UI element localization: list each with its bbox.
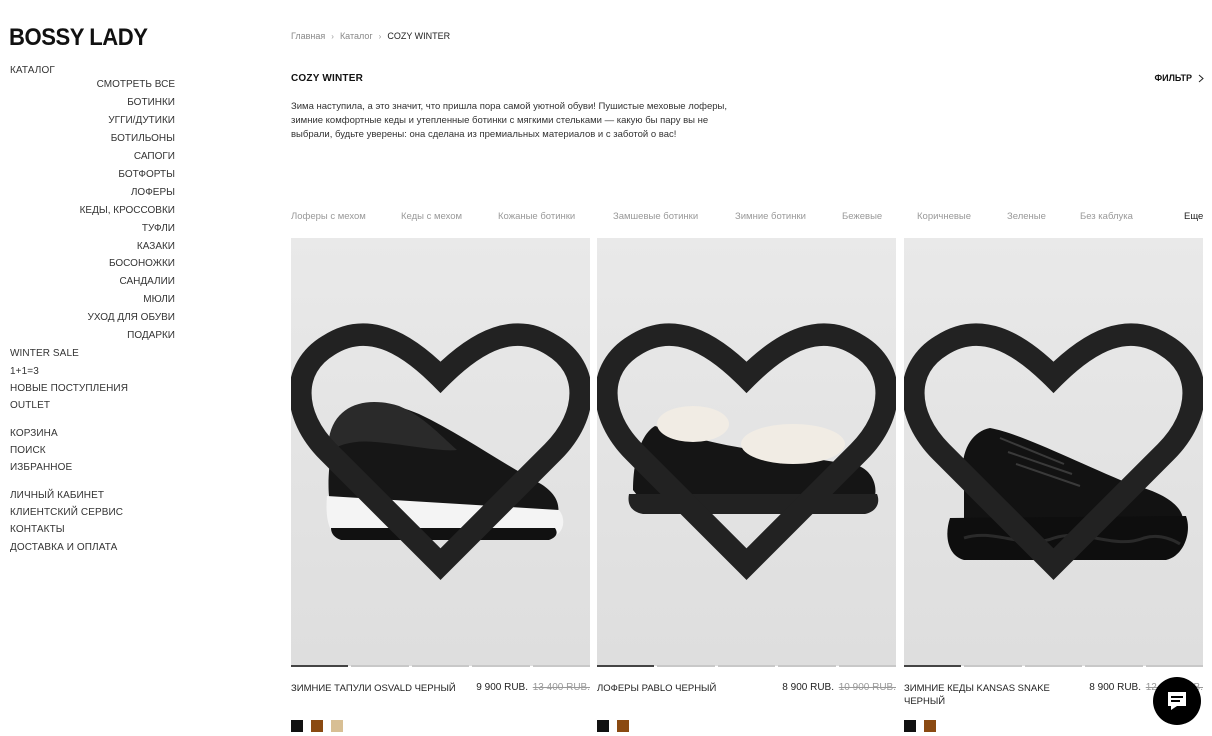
nav-client-service[interactable]: КЛИЕНТСКИЙ СЕРВИС	[10, 507, 123, 519]
color-swatch-brown[interactable]	[311, 720, 323, 732]
tag-filter-bar: Лоферы с мехом Кеды с мехом Кожаные боти…	[291, 211, 1204, 225]
catalog-item-uggs[interactable]: УГГИ/ДУТИКИ	[108, 115, 175, 127]
catalog-item-sandals-open[interactable]: БОСОНОЖКИ	[109, 258, 175, 270]
brand-logo[interactable]: BOSSY LADY	[9, 24, 148, 52]
catalog-item-sandals[interactable]: САНДАЛИИ	[120, 276, 176, 288]
tag-sneakers-fur[interactable]: Кеды с мехом	[401, 211, 462, 222]
nav-catalog[interactable]: КАТАЛОГ	[10, 65, 55, 77]
heart-icon[interactable]	[904, 238, 1203, 666]
tag-winter-boots[interactable]: Зимние ботинки	[735, 211, 806, 222]
tag-leather-boots[interactable]: Кожаные ботинки	[498, 211, 575, 222]
tags-more-button[interactable]: Еще	[1184, 211, 1203, 222]
chevron-right-icon: ›	[378, 31, 382, 41]
product-old-price: 10 900 RUB.	[838, 682, 896, 693]
filter-label: ФИЛЬТР	[1154, 73, 1192, 83]
breadcrumb-catalog[interactable]: Каталог	[340, 31, 373, 41]
product-price: 9 900 RUB.	[476, 682, 528, 693]
color-swatch-black[interactable]	[291, 720, 303, 732]
product-name[interactable]: ЗИМНИЕ КЕДЫ KANSAS SNAKE ЧЕРНЫЙ	[904, 682, 1069, 708]
nav-cart[interactable]: КОРЗИНА	[10, 428, 58, 440]
tag-loafers-fur[interactable]: Лоферы с мехом	[291, 211, 366, 222]
tag-brown[interactable]: Коричневые	[917, 211, 971, 222]
tag-no-heel[interactable]: Без каблука	[1080, 211, 1133, 222]
image-slider-dots[interactable]	[291, 665, 591, 668]
catalog-item-shoes[interactable]: ТУФЛИ	[142, 223, 175, 235]
product-name[interactable]: ЛОФЕРЫ PABLO ЧЕРНЫЙ	[597, 682, 762, 695]
tag-beige[interactable]: Бежевые	[842, 211, 882, 222]
catalog-item-boots[interactable]: БОТИНКИ	[127, 97, 175, 109]
nav-winter-sale[interactable]: WINTER SALE	[10, 348, 79, 360]
nav-account[interactable]: ЛИЧНЫЙ КАБИНЕТ	[10, 490, 104, 502]
nav-contacts[interactable]: КОНТАКТЫ	[10, 524, 65, 536]
catalog-item-cowboy[interactable]: КАЗАКИ	[137, 241, 175, 253]
product-name[interactable]: ЗИМНИЕ ТАПУЛИ OSVALD ЧЕРНЫЙ	[291, 682, 456, 695]
color-swatch-black[interactable]	[597, 720, 609, 732]
product-image[interactable]	[597, 238, 896, 666]
nav-outlet[interactable]: OUTLET	[10, 400, 50, 412]
chevron-right-icon: ›	[331, 31, 334, 41]
color-swatch-black[interactable]	[904, 720, 916, 732]
chat-icon	[1168, 692, 1186, 710]
nav-new-arrivals[interactable]: НОВЫЕ ПОСТУПЛЕНИЯ	[10, 383, 128, 395]
breadcrumb-home[interactable]: Главная	[291, 31, 325, 41]
catalog-item-all[interactable]: СМОТРЕТЬ ВСЕ	[97, 79, 175, 91]
nav-promo[interactable]: 1+1=3	[10, 366, 39, 378]
nav-favorites[interactable]: ИЗБРАННОЕ	[10, 462, 72, 474]
filter-button[interactable]: ФИЛЬТР	[1154, 73, 1204, 83]
product-card[interactable]: ЗИМНИЕ ТАПУЛИ OSVALD ЧЕРНЫЙ 9 900 RUB. 1…	[291, 238, 591, 736]
breadcrumb: Главная › Каталог › COZY WINTER	[291, 31, 450, 41]
product-card[interactable]: ЛОФЕРЫ PABLO ЧЕРНЫЙ 8 900 RUB. 10 900 RU…	[597, 238, 897, 736]
heart-icon[interactable]	[597, 238, 896, 666]
color-swatch-brown[interactable]	[617, 720, 629, 732]
catalog-item-mules[interactable]: МЮЛИ	[143, 294, 175, 306]
catalog-item-over-knee[interactable]: БОТФОРТЫ	[118, 169, 175, 181]
page-description: Зима наступила, а это значит, что пришла…	[291, 101, 728, 140]
catalog-item-high-boots[interactable]: САПОГИ	[134, 151, 175, 163]
color-swatch-brown[interactable]	[924, 720, 936, 732]
image-slider-dots[interactable]	[597, 665, 897, 668]
page-title: COZY WINTER	[291, 73, 364, 84]
breadcrumb-current: COZY WINTER	[387, 31, 451, 41]
product-old-price: 13 400 RUB.	[532, 682, 590, 693]
nav-search[interactable]: ПОИСК	[10, 445, 46, 457]
color-swatches	[291, 720, 343, 732]
color-swatches	[597, 720, 629, 732]
heart-icon[interactable]	[291, 238, 590, 666]
image-slider-dots[interactable]	[904, 665, 1204, 668]
tag-suede-boots[interactable]: Замшевые ботинки	[613, 211, 698, 222]
product-price: 8 900 RUB.	[782, 682, 834, 693]
catalog-item-ankle-boots[interactable]: БОТИЛЬОНЫ	[111, 133, 175, 145]
catalog-item-gifts[interactable]: ПОДАРКИ	[127, 330, 175, 342]
color-swatches	[904, 720, 936, 732]
product-image[interactable]	[904, 238, 1203, 666]
catalog-item-sneakers[interactable]: КЕДЫ, КРОССОВКИ	[80, 205, 175, 217]
nav-delivery[interactable]: ДОСТАВКА И ОПЛАТА	[10, 542, 117, 554]
catalog-item-loafers[interactable]: ЛОФЕРЫ	[131, 187, 175, 199]
product-price: 8 900 RUB.	[1089, 682, 1141, 693]
chat-button[interactable]	[1153, 677, 1201, 725]
sidebar: BOSSY LADY КАТАЛОГ СМОТРЕТЬ ВСЕ БОТИНКИ …	[0, 0, 185, 736]
tag-green[interactable]: Зеленые	[1007, 211, 1046, 222]
product-card[interactable]: ЗИМНИЕ КЕДЫ KANSAS SNAKE ЧЕРНЫЙ 8 900 RU…	[904, 238, 1204, 736]
catalog-item-care[interactable]: УХОД ДЛЯ ОБУВИ	[88, 312, 175, 324]
chevron-right-icon	[1198, 74, 1204, 82]
product-image[interactable]	[291, 238, 590, 666]
color-swatch-beige[interactable]	[331, 720, 343, 732]
